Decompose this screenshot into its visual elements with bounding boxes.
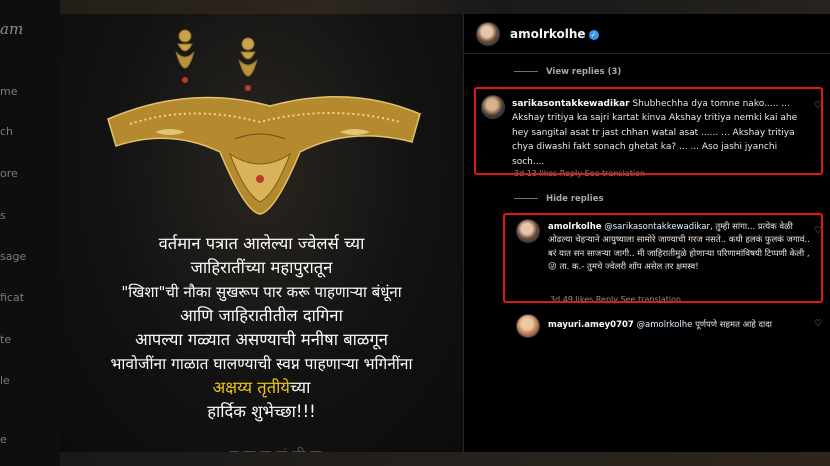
reply-body: mayuri.amey0707 @amolrkolhe पूर्णपणे सहम… [548, 318, 810, 332]
reply-text: पूर्णपणे सहमत आहे दादा [695, 320, 772, 330]
sidebar-item-profile[interactable]: le [0, 374, 10, 387]
hide-replies-button[interactable]: Hide replies [514, 194, 604, 204]
background-strip-top [0, 0, 830, 14]
post-author-username[interactable]: amolrkolhe [510, 27, 586, 41]
caption-highlight: अक्षय्य तृतीये [212, 378, 290, 397]
post-image: वर्तमान पत्रात आलेल्या ज्वेलर्स च्या जाह… [60, 14, 463, 452]
screen: am me ch ore s sage ficat te le e वर्तमा… [0, 0, 830, 466]
caption-line: वर्तमान पत्रात आलेल्या ज्वेलर्स च्या [158, 234, 365, 253]
sidebar-logo[interactable]: am [0, 20, 23, 38]
avatar[interactable] [476, 22, 500, 46]
caption-line: आपल्या गळ्यात असण्याची मनीषा बाळगून [135, 330, 388, 349]
sidebar: am me ch ore s sage ficat te le e [0, 0, 60, 466]
view-replies-label[interactable]: View replies (3) [546, 67, 621, 77]
caption-highlight-line: अक्षय्य तृतीयेच्या [60, 376, 463, 400]
caption-line: "खिशा"ची नौका सुखरूप पार करू पाहणाऱ्या ब… [121, 283, 402, 301]
sidebar-item-search[interactable]: ch [0, 125, 13, 138]
reply-mention[interactable]: @amolrkolhe [637, 320, 693, 330]
necklace-illustration [107, 29, 421, 215]
verified-icon: ✓ [588, 30, 599, 40]
sidebar-item-home[interactable]: me [0, 85, 17, 98]
sidebar-item-reels[interactable]: s [0, 209, 6, 222]
sidebar-item-explore[interactable]: ore [0, 167, 18, 180]
caption-line: जाहिरातींच्या महापुरातून [190, 258, 333, 277]
background-strip-bottom [0, 452, 830, 466]
hide-replies-label[interactable]: Hide replies [546, 194, 604, 204]
post-caption: वर्तमान पत्रात आलेल्या ज्वेलर्स च्या जाह… [60, 232, 463, 424]
caption-line: आणि जाहिरातीतील दागिना [180, 306, 343, 325]
divider [514, 71, 538, 72]
view-replies-button[interactable]: View replies (3) [514, 67, 621, 77]
caption-highlight-suffix: च्या [289, 378, 311, 397]
heart-icon[interactable]: ♡ [814, 319, 822, 329]
avatar[interactable] [516, 314, 540, 338]
reply-username[interactable]: mayuri.amey0707 [548, 320, 634, 330]
sidebar-item-more[interactable]: e [0, 433, 7, 446]
earring-right [238, 37, 258, 91]
annotation-box-comment [474, 87, 823, 175]
post-header: amolrkolhe ✓ [464, 14, 830, 54]
sidebar-item-create[interactable]: te [0, 333, 11, 346]
divider [514, 198, 538, 199]
caption-closing: हार्दिक शुभेच्छा!!! [207, 402, 316, 421]
post-author[interactable]: amolrkolhe ✓ [510, 27, 599, 41]
sidebar-item-notifications[interactable]: ficat [0, 291, 24, 304]
earring-left [175, 29, 195, 83]
caption-cut-text: द ण सु सं पी स [230, 444, 430, 452]
sidebar-item-messages[interactable]: sage [0, 250, 26, 263]
choker [107, 96, 421, 215]
caption-line: भावोजींना गाळात घालण्याची स्वप्न पाहणाऱ्… [110, 355, 413, 373]
annotation-box-reply [503, 213, 823, 303]
